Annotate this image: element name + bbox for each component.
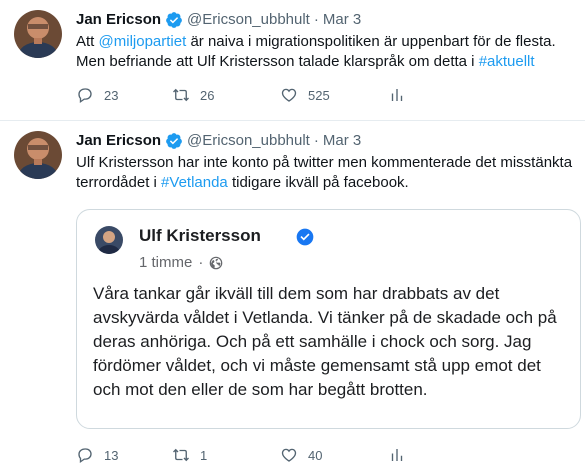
verified-badge-icon <box>166 133 182 149</box>
reply-count: 13 <box>104 447 119 463</box>
avatar[interactable] <box>14 10 62 58</box>
tweet-1[interactable]: Jan Ericson @Ericson_ubbhult · Mar 3 Att… <box>0 0 585 121</box>
tweet-date[interactable]: Mar 3 <box>323 10 361 30</box>
analytics-button[interactable] <box>388 86 478 104</box>
globe-icon <box>210 256 223 269</box>
retweet-icon <box>173 448 189 462</box>
like-button[interactable]: 40 <box>280 446 388 464</box>
retweet-count: 1 <box>200 447 208 463</box>
embedded-post-text: Våra tankar går ikväll till dem som har … <box>93 284 557 399</box>
tweet-text: Ulf Kristersson har inte konto på twitte… <box>76 153 573 193</box>
hashtag-link[interactable]: #aktuellt <box>479 53 535 70</box>
like-count: 525 <box>308 87 330 103</box>
analytics-icon <box>391 449 403 461</box>
verified-badge-icon <box>296 228 314 246</box>
text-segment: tidigare ikväll på facebook. <box>227 174 409 191</box>
reply-button[interactable]: 13 <box>76 446 172 464</box>
hashtag-link[interactable]: #Vetlanda <box>161 174 228 191</box>
analytics-button[interactable] <box>388 446 478 464</box>
reply-icon <box>78 448 92 464</box>
verified-badge-icon <box>166 12 182 28</box>
action-bar: 23 26 525 <box>76 86 573 104</box>
like-button[interactable]: 525 <box>280 86 388 104</box>
retweet-button[interactable]: 1 <box>172 446 280 464</box>
embedded-post-meta: 1 timme · <box>139 254 223 271</box>
reply-button[interactable]: 23 <box>76 86 172 104</box>
author-name[interactable]: Jan Ericson <box>76 10 161 30</box>
avatar[interactable] <box>14 131 62 179</box>
embedded-post-author: Ulf Kristersson <box>139 226 261 245</box>
analytics-icon <box>391 89 403 101</box>
author-handle[interactable]: @Ericson_ubbhult <box>187 131 310 151</box>
author-handle[interactable]: @Ericson_ubbhult <box>187 10 310 30</box>
embedded-post-time: 1 timme <box>139 254 193 271</box>
mention-link[interactable]: @miljopartiet <box>99 33 187 50</box>
reply-icon <box>78 88 92 104</box>
like-count: 40 <box>308 447 323 463</box>
heart-icon <box>281 88 297 102</box>
retweet-icon <box>173 88 189 102</box>
retweet-count: 26 <box>200 87 215 103</box>
tweet-date[interactable]: Mar 3 <box>323 131 361 151</box>
embedded-post-image[interactable]: Ulf Kristersson 1 timme · Våra tankar gå… <box>76 209 581 429</box>
author-name[interactable]: Jan Ericson <box>76 131 161 151</box>
separator-dot: · <box>198 254 204 271</box>
separator-dot: · <box>313 132 319 149</box>
action-bar: 13 1 40 <box>76 446 573 464</box>
retweet-button[interactable]: 26 <box>172 86 280 104</box>
tweet-2[interactable]: Jan Ericson @Ericson_ubbhult · Mar 3 Ulf… <box>0 121 585 476</box>
tweet-header: Jan Ericson @Ericson_ubbhult · Mar 3 <box>76 10 573 30</box>
tweet-header: Jan Ericson @Ericson_ubbhult · Mar 3 <box>76 131 573 151</box>
embedded-post-avatar <box>95 226 123 254</box>
tweet-text: Att @miljopartiet är naiva i migrationsp… <box>76 32 573 72</box>
text-segment: Att <box>76 33 99 50</box>
reply-count: 23 <box>104 87 119 103</box>
separator-dot: · <box>313 11 319 28</box>
heart-icon <box>281 448 297 462</box>
